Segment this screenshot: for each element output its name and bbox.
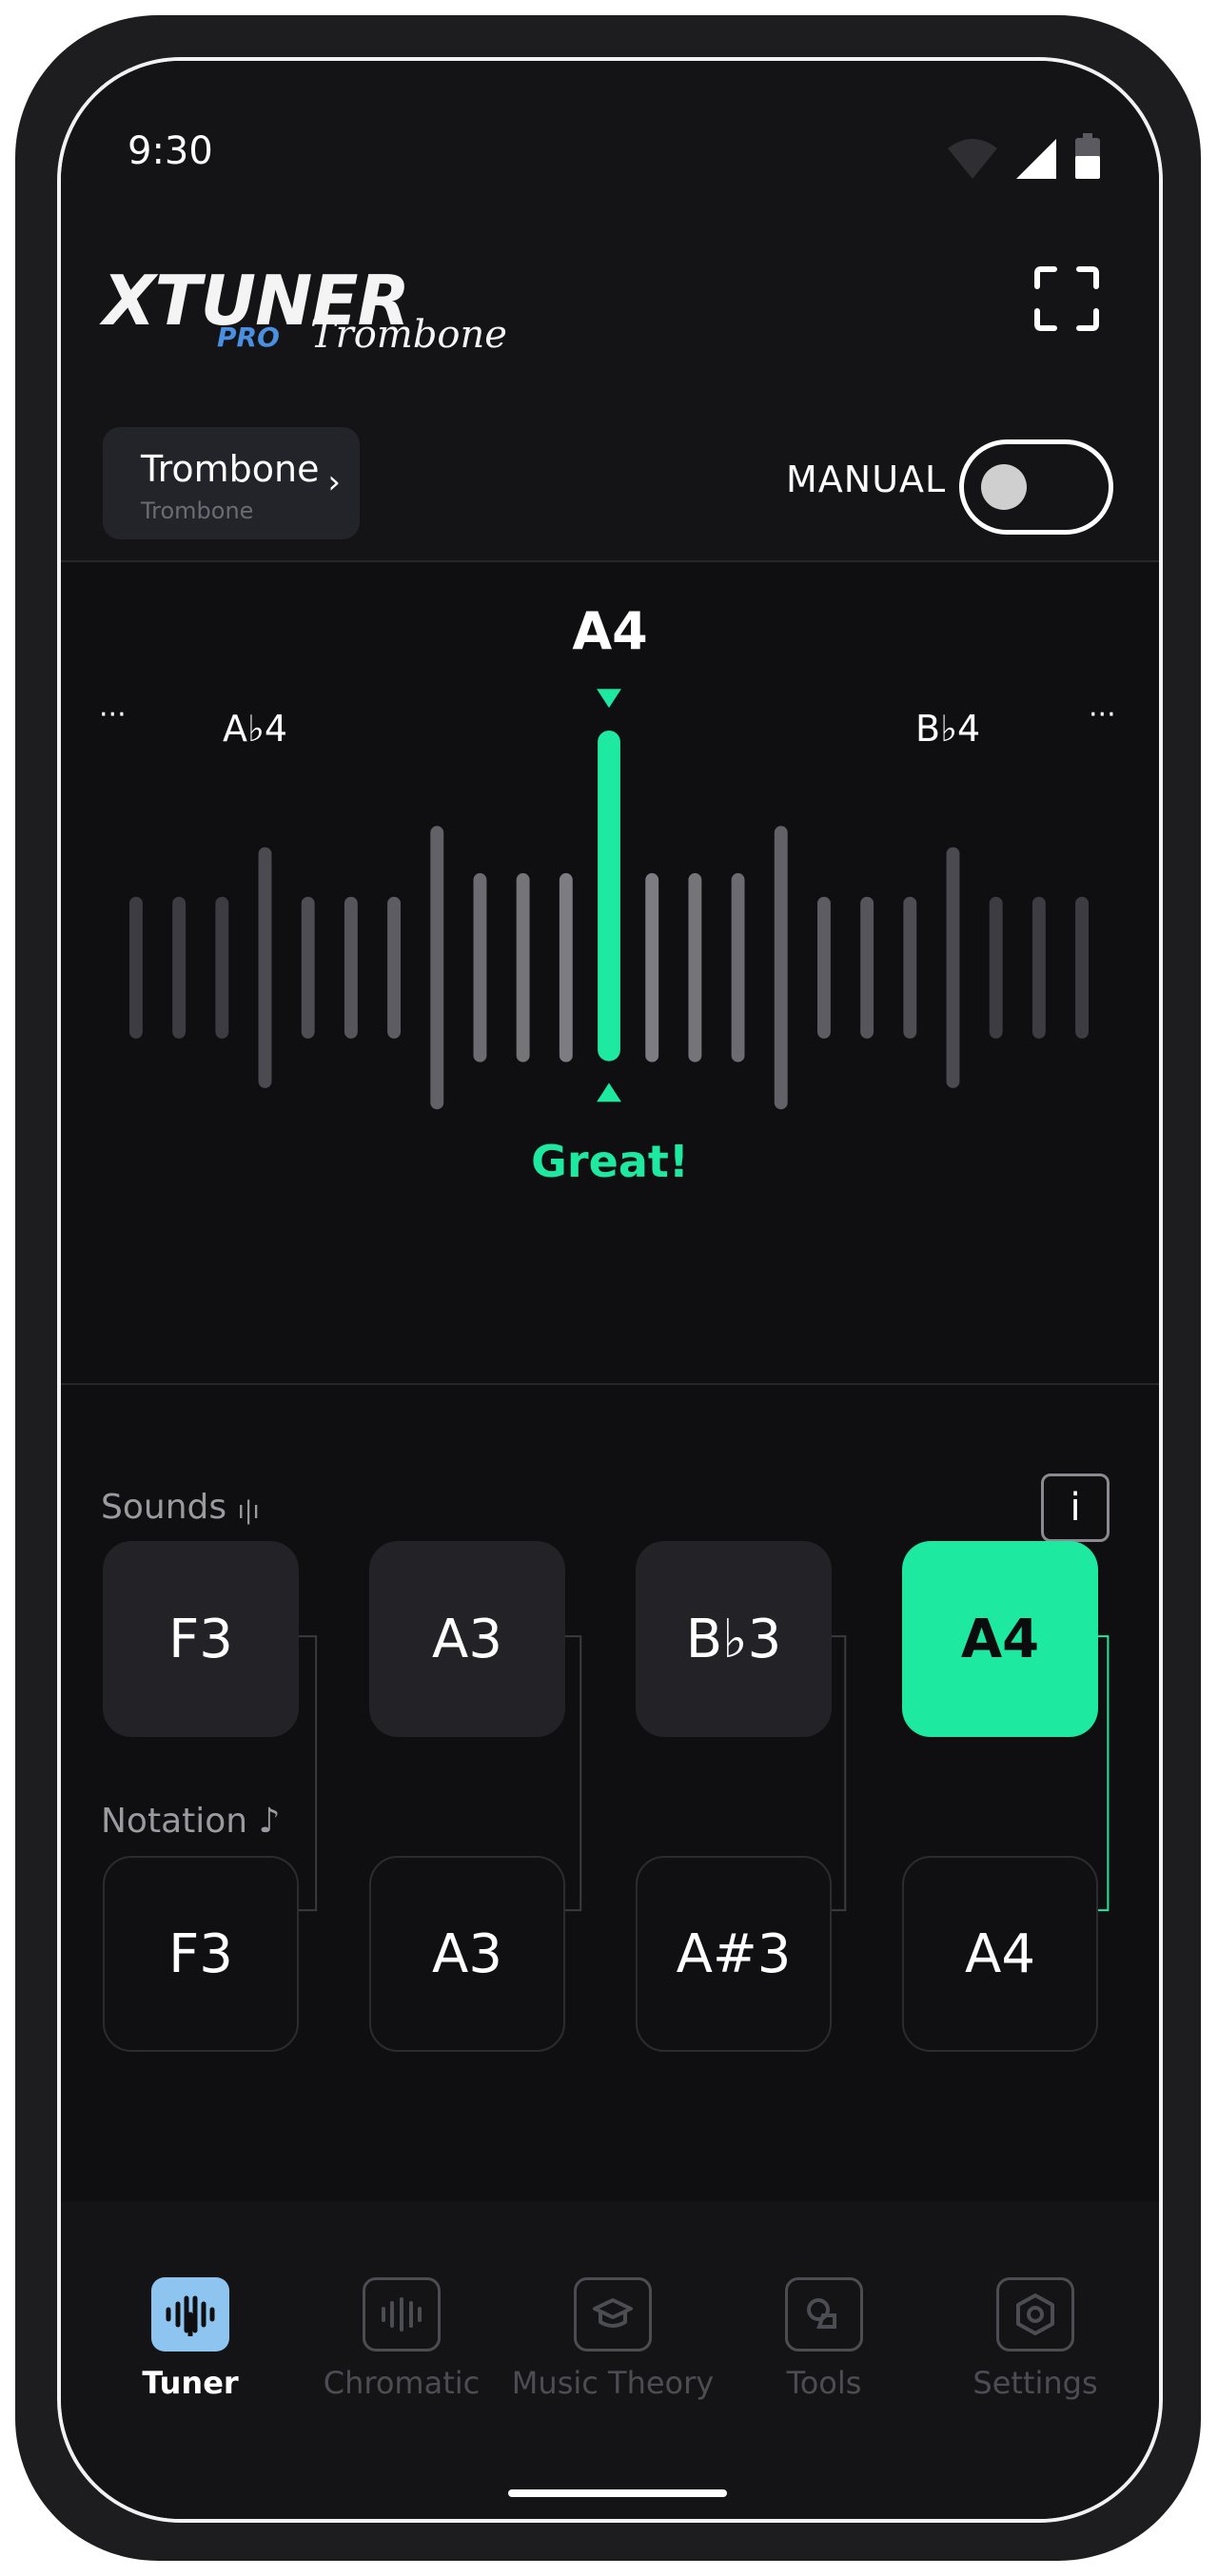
nav-label-settings: Settings <box>972 2365 1098 2401</box>
needle-bottom-arrow <box>597 1083 621 1103</box>
scale-bar <box>816 896 831 1039</box>
chromatic-icon <box>363 2277 441 2352</box>
divider <box>61 1383 1159 1385</box>
scale-bar <box>1031 896 1046 1039</box>
scale-bar <box>688 872 702 1063</box>
scale-bar <box>129 896 143 1039</box>
nav-label-tuner: Tuner <box>142 2365 239 2401</box>
nav-label-chromatic: Chromatic <box>323 2365 481 2401</box>
home-indicator[interactable] <box>508 2489 727 2497</box>
scale-bar <box>344 896 358 1039</box>
tuner-icon <box>151 2277 229 2352</box>
nav-chromatic[interactable]: Chromatic <box>297 2277 506 2401</box>
tuning-status: Great! <box>531 1136 689 1187</box>
sound-key-a3[interactable]: A3 <box>369 1541 565 1737</box>
scale-bar <box>774 826 788 1110</box>
nav-tools[interactable]: Tools <box>719 2277 929 2401</box>
needle-top-arrow <box>597 689 621 709</box>
sounds-label: Sounds <box>101 1488 227 1527</box>
music-note-icon: ♪ <box>258 1802 281 1841</box>
needle <box>598 730 620 1062</box>
nav-label-music-theory: Music Theory <box>511 2365 715 2401</box>
music-theory-icon <box>574 2277 652 2352</box>
notation-key-a4[interactable]: A4 <box>902 1856 1098 2052</box>
sound-key-bb3[interactable]: B♭3 <box>636 1541 832 1737</box>
scale-bar <box>731 872 745 1063</box>
notation-key-as3[interactable]: A#3 <box>636 1856 832 2052</box>
bottom-nav: Tuner Chromatic Music Theory Tools Setti… <box>61 2201 1159 2519</box>
scale-bar <box>516 872 530 1063</box>
nav-tuner[interactable]: Tuner <box>86 2277 295 2401</box>
scale-bar <box>946 847 960 1088</box>
scale-bar <box>258 847 272 1088</box>
waveform-icon: ı|ı <box>237 1496 260 1525</box>
tools-icon <box>785 2277 863 2352</box>
nav-label-tools: Tools <box>786 2365 862 2401</box>
notation-section: Notation ♪ <box>101 1802 281 1841</box>
nav-music-theory[interactable]: Music Theory <box>508 2277 717 2401</box>
notation-label: Notation <box>101 1802 248 1841</box>
scale-bar <box>559 872 573 1063</box>
scale-bar <box>430 826 444 1110</box>
scale-bar <box>473 872 487 1063</box>
scale-bar <box>215 896 229 1039</box>
scale-bar <box>645 872 659 1063</box>
tuner-meter <box>129 689 1090 1110</box>
notation-key-f3[interactable]: F3 <box>103 1856 299 2052</box>
sounds-section: Sounds ı|ı <box>101 1488 260 1527</box>
nav-settings[interactable]: Settings <box>931 2277 1140 2401</box>
scale-bar <box>903 896 917 1039</box>
app-screen: 9:30 XTUNER PRO Trombone Trombone Trombo… <box>57 57 1163 2523</box>
scale-bar <box>1075 896 1090 1039</box>
notation-key-a3[interactable]: A3 <box>369 1856 565 2052</box>
info-button[interactable]: i <box>1041 1473 1110 1542</box>
sound-key-f3[interactable]: F3 <box>103 1541 299 1737</box>
scale-bar <box>172 896 187 1039</box>
scale-bar <box>387 896 402 1039</box>
scale-bar <box>860 896 874 1039</box>
sound-key-a4[interactable]: A4 <box>902 1541 1098 1737</box>
scale-bar <box>989 896 1003 1039</box>
scale-bar <box>301 896 315 1039</box>
settings-icon <box>996 2277 1074 2352</box>
